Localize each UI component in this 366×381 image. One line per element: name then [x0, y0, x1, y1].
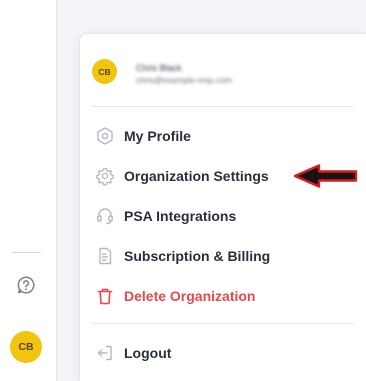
menu-item-subscription-billing[interactable]: Subscription & Billing: [80, 241, 366, 271]
logout-icon: [94, 342, 116, 364]
receipt-icon: [94, 245, 116, 267]
menu-item-label: Organization Settings: [124, 168, 269, 184]
account-avatar-button[interactable]: CB: [10, 331, 42, 363]
trash-icon: [94, 285, 116, 307]
profile-icon: [94, 125, 116, 147]
user-info-header: CB Chris Black chris@example-msp.com: [80, 34, 366, 106]
gear-icon: [94, 165, 116, 187]
menu-item-delete-organization[interactable]: Delete Organization: [80, 281, 366, 311]
menu-item-logout[interactable]: Logout: [80, 338, 366, 368]
menu-item-label: My Profile: [124, 128, 191, 144]
menu-item-label: Subscription & Billing: [124, 248, 271, 264]
left-sidebar: CB: [0, 0, 57, 381]
account-dropdown-menu: CB Chris Black chris@example-msp.com My …: [79, 33, 366, 381]
menu-item-my-profile[interactable]: My Profile: [80, 121, 366, 151]
help-icon: [17, 276, 35, 294]
user-name: Chris Black: [136, 63, 182, 73]
headset-icon: [94, 205, 116, 227]
annotation-arrow-icon: [293, 164, 358, 188]
menu-item-label: PSA Integrations: [124, 208, 237, 224]
user-email: chris@example-msp.com: [136, 75, 233, 85]
menu-divider: [92, 106, 354, 107]
user-avatar: CB: [92, 59, 117, 84]
sidebar-divider: [12, 252, 41, 253]
menu-divider: [92, 323, 354, 324]
menu-item-label: Delete Organization: [124, 288, 256, 304]
help-button[interactable]: [16, 275, 36, 295]
app-window: CB CB Chris Black chris@example-msp.com …: [0, 0, 366, 381]
menu-item-psa-integrations[interactable]: PSA Integrations: [80, 201, 366, 231]
menu-item-label: Logout: [124, 345, 172, 361]
